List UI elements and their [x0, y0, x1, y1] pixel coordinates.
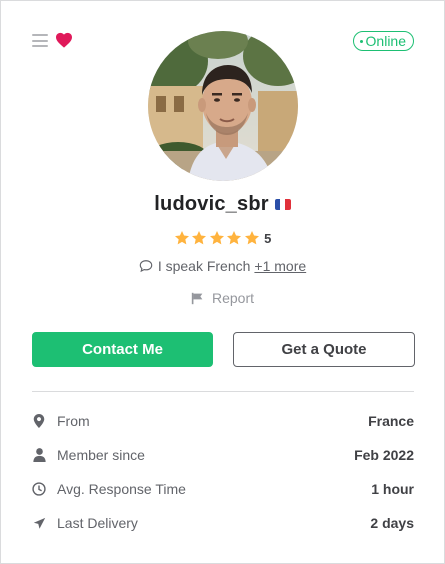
stat-value: Feb 2022: [354, 447, 414, 463]
heart-icon[interactable]: [55, 32, 73, 48]
stat-value: France: [368, 413, 414, 429]
report-label: Report: [211, 290, 255, 306]
france-flag-icon: [274, 199, 291, 210]
flag-icon: [191, 292, 203, 304]
clock-icon: [32, 482, 46, 496]
stat-row-last-delivery: Last Delivery 2 days: [32, 513, 414, 533]
star-icon: [209, 231, 224, 245]
languages-more-link[interactable]: +1 more: [254, 258, 306, 274]
username-row: ludovic_sbr: [1, 193, 444, 216]
stat-label: From: [57, 413, 90, 429]
stat-label: Last Delivery: [57, 515, 138, 531]
status-label: Online: [365, 33, 406, 49]
status-dot-icon: [359, 39, 363, 43]
location-pin-icon: [32, 414, 46, 428]
stat-label: Member since: [57, 447, 145, 463]
languages: I speak French +1 more: [1, 258, 444, 274]
speech-bubble-icon: [139, 260, 153, 273]
star-icon: [244, 231, 259, 245]
seller-profile-card: Online ludovic_sbr 5 I speak French +1 m…: [0, 0, 445, 564]
stat-value: 1 hour: [371, 481, 414, 497]
username[interactable]: ludovic_sbr: [154, 193, 268, 216]
paper-plane-icon: [32, 516, 46, 530]
stat-label: Avg. Response Time: [57, 481, 186, 497]
user-icon: [32, 448, 46, 462]
star-icon: [227, 231, 242, 245]
divider: [32, 391, 414, 392]
star-icon: [174, 231, 189, 245]
get-a-quote-button[interactable]: Get a Quote: [233, 332, 415, 367]
avatar[interactable]: [148, 31, 298, 181]
stat-row-from: From France: [32, 411, 414, 431]
online-status-badge: Online: [352, 31, 414, 51]
rating-value: 5: [264, 230, 272, 246]
report-link[interactable]: Report: [1, 290, 444, 306]
star-icon: [192, 231, 207, 245]
stat-value: 2 days: [370, 515, 414, 531]
hamburger-menu-icon[interactable]: [32, 34, 48, 47]
stat-row-member-since: Member since Feb 2022: [32, 445, 414, 465]
avatar-photo: [148, 31, 298, 181]
stat-row-response-time: Avg. Response Time 1 hour: [32, 479, 414, 499]
languages-text: I speak French: [157, 258, 251, 274]
rating: 5: [1, 230, 444, 246]
contact-me-button[interactable]: Contact Me: [32, 332, 213, 367]
